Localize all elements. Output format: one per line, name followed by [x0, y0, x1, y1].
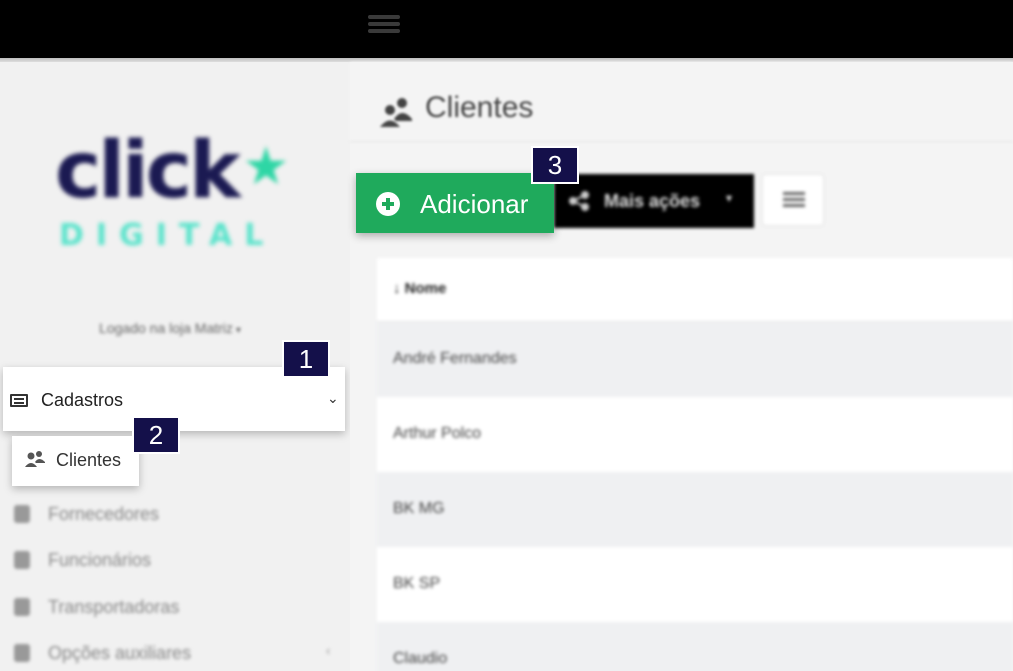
page-title: Clientes [425, 91, 534, 124]
add-button[interactable]: Adicionar [356, 173, 554, 233]
chevron-down-icon: ⌄ [327, 390, 339, 406]
sidebar-item-fornecedores[interactable]: Fornecedores [0, 494, 345, 534]
column-header-nome[interactable]: ↓ Nome [393, 280, 446, 297]
clipboard-icon [14, 505, 30, 523]
logo-star-icon [245, 146, 287, 185]
badge-icon [14, 551, 30, 569]
add-button-label: Adicionar [420, 189, 529, 219]
step-callout-3: 3 [531, 146, 579, 184]
plus-circle-icon [376, 192, 400, 216]
table-row[interactable]: BK SP [377, 547, 1013, 622]
hamburger-menu-icon[interactable] [368, 12, 400, 38]
table-row[interactable]: Claudio [377, 622, 1013, 671]
sidebar-item-label: Transportadoras [48, 597, 180, 617]
truck-icon [14, 598, 30, 616]
sidebar-item-transportadoras[interactable]: Transportadoras [0, 587, 345, 627]
sidebar-item-opcoes-auxiliares[interactable]: Opções auxiliares ‹ [0, 633, 345, 671]
list-icon [10, 394, 28, 407]
sidebar-item-label: Cadastros [41, 390, 124, 410]
users-icon [25, 451, 45, 467]
table-cell-nome: BK MG [393, 500, 445, 517]
chevron-left-icon: ‹ [326, 643, 331, 658]
sidebar-item-label: Fornecedores [48, 504, 160, 524]
users-icon [380, 98, 412, 127]
top-bar [0, 0, 1013, 58]
more-actions-button[interactable]: Mais ações ▾ [554, 174, 754, 228]
more-actions-label: Mais ações [604, 191, 701, 211]
table-row[interactable]: BK MG [377, 472, 1013, 547]
table-row[interactable]: André Fernandes [377, 322, 1013, 397]
share-icon [569, 191, 589, 211]
sidebar-item-label: Funcionários [48, 550, 152, 570]
store-selector[interactable]: Logado na loja Matriz ▾ [0, 320, 340, 336]
sidebar-item-label: Opções auxiliares [48, 643, 192, 663]
step-callout-1: 1 [282, 340, 330, 378]
sidebar-item-clientes[interactable]: Clientes [12, 436, 139, 486]
brand-logo: click DIGITAL [55, 126, 290, 253]
table-cell-nome: André Fernandes [393, 350, 517, 367]
table-row[interactable]: Arthur Polco [377, 397, 1013, 472]
store-selector-label: Logado na loja Matriz [99, 320, 233, 336]
page-header: Clientes [350, 62, 1013, 142]
table-cell-nome: Arthur Polco [393, 425, 482, 442]
step-callout-2: 2 [132, 416, 180, 454]
files-icon [14, 644, 30, 662]
sidebar-item-label: Clientes [56, 450, 122, 470]
columns-icon [783, 192, 805, 195]
logo-word: click [55, 126, 241, 216]
table-cell-nome: Claudio [393, 650, 448, 667]
columns-toggle-button[interactable] [762, 174, 824, 226]
table-header: ↓ Nome [377, 258, 1013, 322]
sidebar-item-funcionarios[interactable]: Funcionários [0, 540, 345, 580]
clients-table: ↓ Nome André Fernandes Arthur Polco BK M… [377, 258, 1013, 671]
logo-subword: DIGITAL [59, 218, 276, 253]
caret-down-icon: ▾ [235, 325, 241, 336]
caret-down-icon: ▾ [726, 191, 733, 205]
table-cell-nome: BK SP [393, 575, 441, 592]
